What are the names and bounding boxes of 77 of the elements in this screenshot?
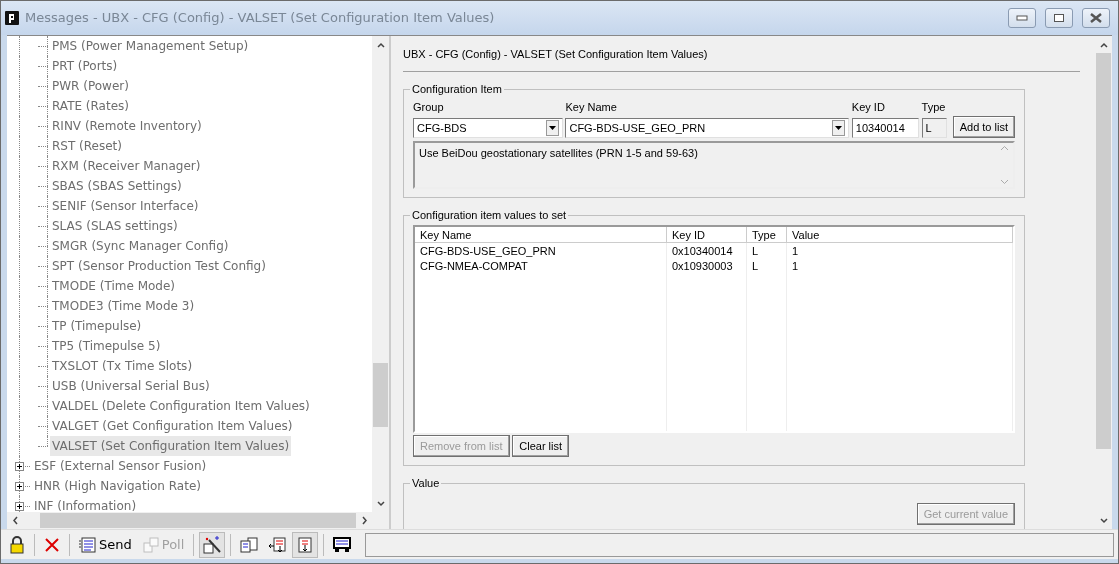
close-icon: [1089, 13, 1103, 23]
table-cell: CFG-BDS-USE_GEO_PRN: [415, 242, 667, 258]
lock-icon: [9, 535, 25, 554]
tree-item[interactable]: TXSLOT (Tx Time Slots): [50, 356, 195, 376]
expand-icon[interactable]: [15, 481, 24, 491]
window-icon: [333, 536, 352, 553]
table-cell: 0x10930003: [667, 257, 747, 273]
tree-item[interactable]: SBAS (SBAS Settings): [50, 176, 184, 196]
tree-item[interactable]: SPT (Sensor Production Test Config): [50, 256, 268, 276]
table-cell: 0x10340014: [667, 242, 747, 258]
tree-item[interactable]: RXM (Receiver Manager): [50, 156, 203, 176]
expand-icon[interactable]: [15, 501, 24, 511]
window-title: Messages - UBX - CFG (Config) - VALSET (Set Configuration Item Values): [25, 9, 496, 28]
table-cell: CFG-NMEA-COMPAT: [415, 257, 667, 273]
wand-button[interactable]: [199, 531, 226, 558]
group-box-title: Configuration item values to set: [411, 209, 568, 221]
minimize-button[interactable]: [1008, 8, 1036, 28]
tree-item[interactable]: TMODE (Time Mode): [50, 276, 177, 296]
tree-item[interactable]: TP5 (Timepulse 5): [50, 336, 163, 356]
tree-item[interactable]: TP (Timepulse): [50, 316, 144, 336]
clear-button[interactable]: Clear list: [512, 435, 570, 458]
tree-item[interactable]: RST (Reset): [50, 136, 124, 156]
tree-item[interactable]: PMS (Power Management Setup): [50, 36, 251, 56]
maximize-button[interactable]: [1045, 8, 1073, 28]
add-to-list-button[interactable]: Add to list: [952, 115, 1015, 138]
field-label: Group: [413, 99, 445, 115]
document-icon: [79, 536, 97, 553]
table-cell: L: [747, 242, 787, 258]
field-label: Type: [921, 99, 947, 115]
table-cell: 1: [787, 242, 1013, 258]
minimize-icon: [1016, 15, 1028, 21]
group-box-title: Value: [411, 478, 441, 490]
field-label: Key ID: [851, 99, 886, 115]
tree-item[interactable]: PRT (Ports): [50, 56, 120, 76]
documents-icon: [240, 536, 259, 553]
tree-item[interactable]: SMGR (Sync Manager Config): [50, 236, 231, 256]
panel-heading: UBX - CFG (Config) - VALSET (Set Configuration Item Values): [403, 46, 1080, 72]
description-text: Use BeiDou geostationary satellites (PRN 1-5 and 59-63): [419, 145, 699, 161]
scroll-thumb[interactable]: [373, 363, 388, 427]
tree-item[interactable]: VALDEL (Delete Configuration Item Values): [50, 396, 312, 416]
table-cell: 1: [787, 257, 1013, 273]
tree-item[interactable]: HNR (High Navigation Rate): [32, 476, 203, 496]
list-icon: [268, 536, 287, 553]
group-box-title: Configuration Item: [411, 83, 503, 95]
tree-item[interactable]: RATE (Rates): [50, 96, 131, 116]
table-cell: L: [747, 257, 787, 273]
tree-item[interactable]: TMODE3 (Time Mode 3): [50, 296, 197, 316]
dropdown-arrow-icon[interactable]: [548, 125, 556, 130]
tree-item[interactable]: INF (Information): [32, 496, 139, 512]
close-icon: [44, 536, 60, 553]
tree-item[interactable]: SENIF (Sensor Interface): [50, 196, 201, 216]
expand-icon[interactable]: [15, 461, 24, 471]
maximize-icon: [1053, 13, 1065, 23]
tree-item[interactable]: VALSET (Set Configuration Item Values): [50, 436, 292, 456]
key-id-field[interactable]: 10340014: [851, 117, 919, 138]
send-button[interactable]: Send: [75, 531, 136, 558]
scroll-thumb[interactable]: [1096, 53, 1111, 449]
list-icon: [296, 536, 315, 553]
wand-icon: [203, 535, 222, 554]
tree-item[interactable]: SLAS (SLAS settings): [50, 216, 180, 236]
tree-item[interactable]: RINV (Remote Inventory): [50, 116, 204, 136]
tree-item[interactable]: VALGET (Get Configuration Item Values): [50, 416, 295, 436]
tree-item[interactable]: USB (Universal Serial Bus): [50, 376, 212, 396]
group-dropdown[interactable]: CFG-BDS: [413, 117, 563, 138]
close-button[interactable]: [1082, 8, 1110, 28]
tree-item[interactable]: ESF (External Sensor Fusion): [32, 456, 209, 476]
field-label: Key Name: [565, 99, 618, 115]
list-button[interactable]: [292, 531, 319, 558]
type-field: L: [921, 117, 948, 138]
app-icon: [5, 11, 19, 25]
horizontal-scrollbar[interactable]: [7, 512, 389, 529]
document-icon: [141, 536, 160, 553]
key-name-dropdown[interactable]: CFG-BDS-USE_GEO_PRN: [565, 117, 850, 138]
dropdown-arrow-icon[interactable]: [835, 125, 843, 130]
vertical-scrollbar[interactable]: [372, 36, 389, 512]
tree-item[interactable]: PWR (Power): [50, 76, 131, 96]
scroll-thumb[interactable]: [39, 513, 356, 528]
